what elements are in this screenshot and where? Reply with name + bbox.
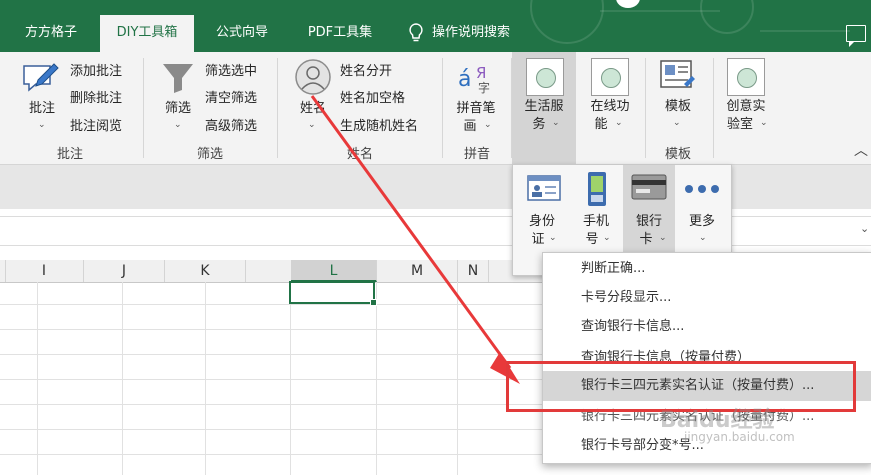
watermark-url: jingyan.baidu.com	[684, 430, 795, 444]
